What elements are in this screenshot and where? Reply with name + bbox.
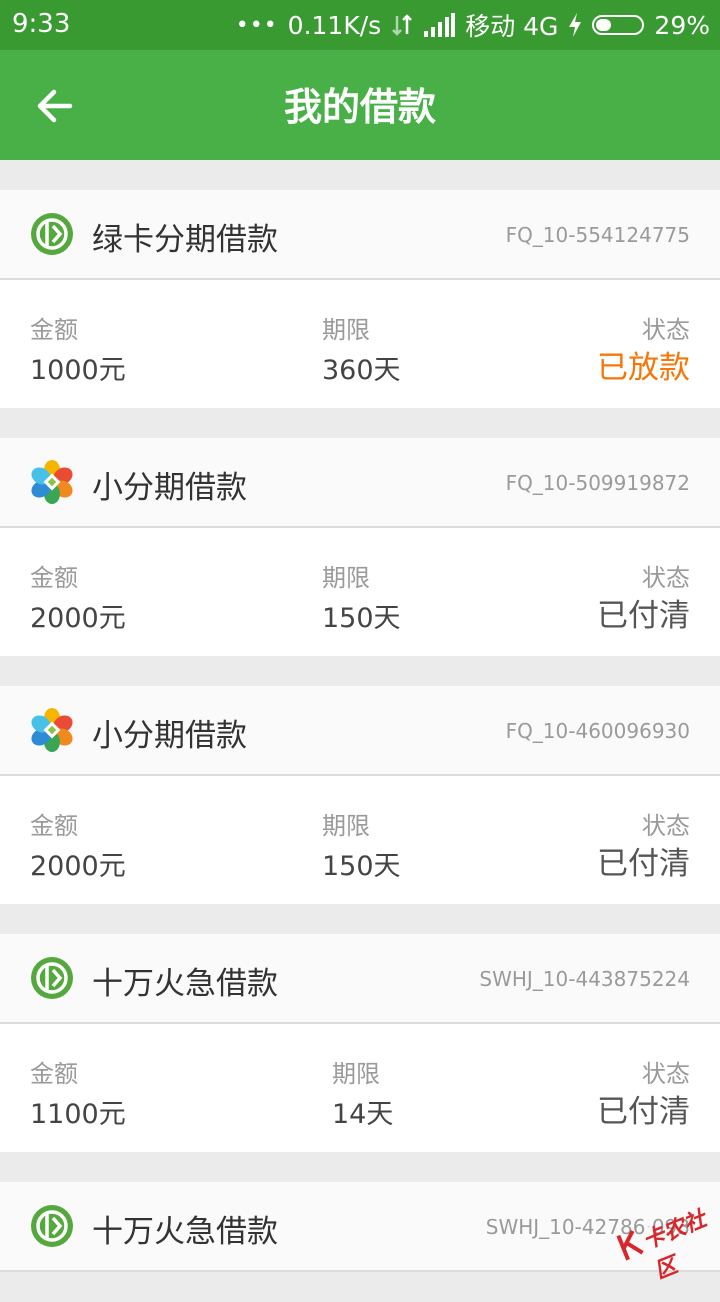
amount-value: 1100元 — [30, 1099, 126, 1130]
status-label: 状态 — [642, 316, 690, 344]
loan-name: 绿卡分期借款 — [92, 222, 278, 258]
loan-name: 小分期借款 — [92, 718, 247, 754]
loan-card[interactable]: 绿卡分期借款 FQ_10-554124775 金额 1000元 期限 360天 … — [0, 190, 720, 408]
status-label: 状态 — [642, 812, 690, 840]
term-value: 150天 — [322, 603, 401, 634]
loan-id: SWHJ_10-443875224 — [479, 967, 690, 991]
status-value: 已付清 — [597, 846, 690, 882]
status-bar: 9:33 ••• 0.11K/s 移动 4G 29% — [0, 0, 720, 50]
loan-card-header: 十万火急借款 SWHJ_10-443875224 — [0, 934, 720, 1024]
loan-card-body: 金额 2000元 期限 150天 状态 已付清 — [0, 776, 720, 904]
status-icons: ••• 0.11K/s 移动 4G 29% — [226, 9, 710, 42]
loan-card-header: 小分期借款 FQ_10-460096930 — [0, 686, 720, 776]
loan-card-body: 金额 1000元 期限 360天 状态 已放款 — [0, 280, 720, 408]
term-label: 期限 — [322, 316, 370, 344]
title-bar: 我的借款 — [0, 50, 720, 160]
amount-label: 金额 — [30, 564, 78, 592]
charging-icon — [569, 13, 582, 37]
term-label: 期限 — [332, 1060, 380, 1088]
amount-value: 2000元 — [30, 603, 126, 634]
term-value: 14天 — [332, 1099, 394, 1130]
green-card-logo-icon — [31, 1205, 73, 1247]
amount-label: 金额 — [30, 1060, 78, 1088]
colorful-flower-logo-icon — [31, 708, 73, 752]
loan-card[interactable]: 小分期借款 FQ_10-509919872 金额 2000元 期限 150天 状… — [0, 438, 720, 656]
amount-value: 1000元 — [30, 355, 126, 386]
green-card-logo-icon — [31, 213, 73, 255]
term-label: 期限 — [322, 812, 370, 840]
loan-card-header: 十万火急借款 SWHJ_10-42786·093 — [0, 1182, 720, 1272]
term-value: 150天 — [322, 851, 401, 882]
loan-id: FQ_10-554124775 — [505, 223, 690, 247]
more-dots-icon: ••• — [235, 12, 278, 38]
signal-icon — [424, 13, 456, 37]
battery-percent: 29% — [654, 10, 710, 40]
page-title: 我的借款 — [283, 85, 436, 129]
loan-card-body: 金额 1100元 期限 14天 状态 已付清 — [0, 1024, 720, 1152]
amount-label: 金额 — [30, 316, 78, 344]
status-value: 已付清 — [597, 598, 690, 634]
loan-card-header: 小分期借款 FQ_10-509919872 — [0, 438, 720, 528]
data-transfer-icon — [392, 14, 413, 36]
loan-name: 十万火急借款 — [92, 966, 278, 1002]
status-label: 状态 — [642, 564, 690, 592]
term-label: 期限 — [322, 564, 370, 592]
loan-id: FQ_10-509919872 — [505, 471, 690, 495]
status-value: 已付清 — [597, 1094, 690, 1130]
loan-card-body: 金额 2000元 期限 150天 状态 已付清 — [0, 528, 720, 656]
loan-name: 十万火急借款 — [92, 1214, 278, 1250]
loan-name: 小分期借款 — [92, 470, 247, 506]
carrier-label: 移动 4G — [465, 12, 559, 41]
battery-icon — [592, 15, 645, 35]
loan-id: FQ_10-460096930 — [505, 719, 690, 743]
term-value: 360天 — [322, 355, 401, 386]
loan-card[interactable]: 十万火急借款 SWHJ_10-42786·093 — [0, 1182, 720, 1272]
green-card-logo-icon — [31, 957, 73, 999]
colorful-flower-logo-icon — [31, 460, 73, 504]
status-value: 已放款 — [597, 350, 690, 386]
status-label: 状态 — [642, 1060, 690, 1088]
net-speed: 0.11K/s — [287, 10, 382, 40]
amount-label: 金额 — [30, 812, 78, 840]
amount-value: 2000元 — [30, 851, 126, 882]
loan-card-header: 绿卡分期借款 FQ_10-554124775 — [0, 190, 720, 280]
status-time: 9:33 — [12, 9, 71, 39]
loan-list: 绿卡分期借款 FQ_10-554124775 金额 1000元 期限 360天 … — [0, 190, 720, 1302]
loan-card[interactable]: 十万火急借款 SWHJ_10-443875224 金额 1100元 期限 14天… — [0, 934, 720, 1152]
loan-card[interactable]: 小分期借款 FQ_10-460096930 金额 2000元 期限 150天 状… — [0, 686, 720, 904]
